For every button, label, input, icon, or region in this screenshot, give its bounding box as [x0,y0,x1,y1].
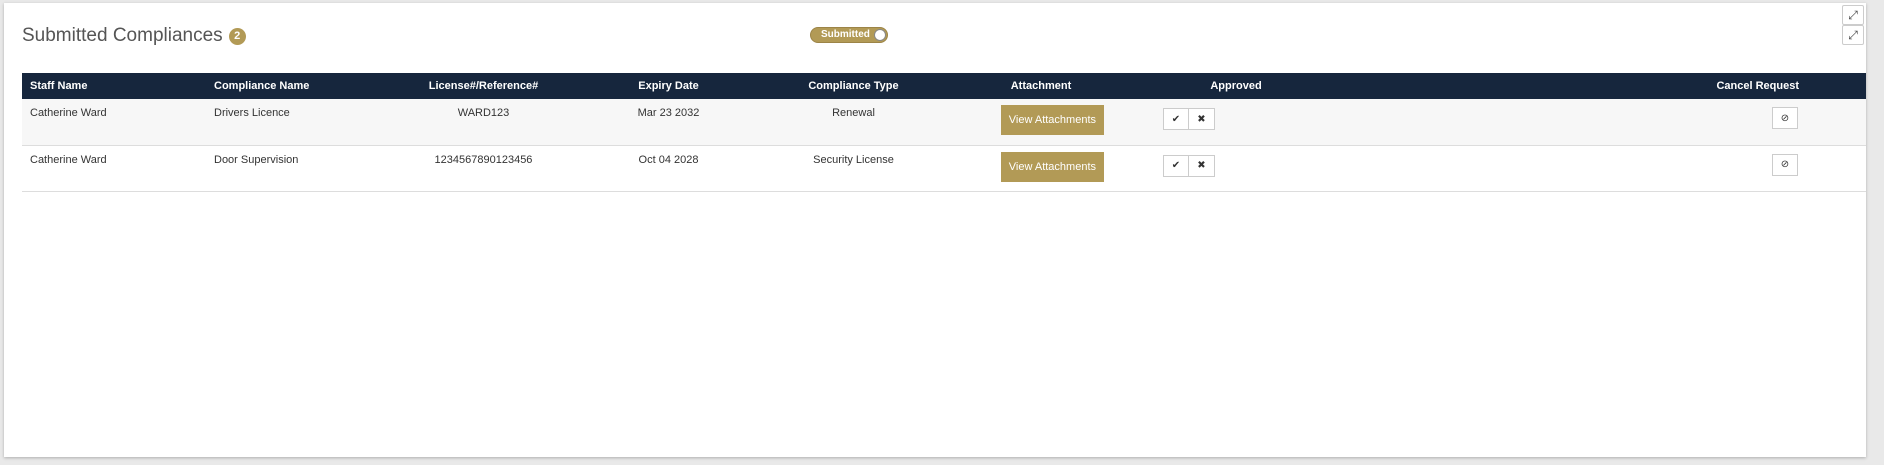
fullscreen-button[interactable]: ⤢ [1842,25,1864,45]
expand-button[interactable]: ⤢ [1842,5,1864,25]
compliance-table-wrapper: Staff Name Compliance Name License#/Refe… [22,73,1866,192]
cell-compliance-name: Door Supervision [214,153,299,166]
cell-staff-name: Catherine Ward [30,107,107,119]
expand-icon: ⤢ [1848,7,1858,22]
header-staff-name[interactable]: Staff Name [22,73,206,99]
page-title: Submitted Compliances [22,25,223,46]
view-attachments-button[interactable]: View Attachments [1000,105,1104,135]
cell-compliance-type: Security License [813,153,894,166]
header-compliance-type[interactable]: Compliance Type [761,73,946,99]
header-approved[interactable]: Approved [1136,73,1336,99]
check-icon: ✔ [1171,160,1181,171]
cell-expiry-date: Mar 23 2032 [637,107,700,119]
compliance-table: Staff Name Compliance Name License#/Refe… [22,73,1866,192]
submitted-toggle[interactable]: Submitted [810,27,888,43]
reject-button[interactable]: ✖ [1189,154,1215,177]
cell-attachment: View Attachments [946,99,1136,145]
approve-button-group: ✔ ✖ [1163,154,1215,177]
check-icon: ✔ [1171,113,1181,125]
approve-button[interactable]: ✔ [1163,108,1189,130]
ban-icon: ⊘ [1780,112,1790,124]
cell-approved: ✔ ✖ [1136,145,1336,191]
cell-expiry-date: Oct 04 2028 [638,153,699,166]
cell-cancel-request: ⊘ [1336,99,1866,145]
toggle-knob [874,29,886,41]
count-badge: 2 [228,27,246,45]
cell-cancel-request: ⊘ [1336,145,1866,191]
cell-approved: ✔ ✖ [1136,99,1336,145]
reject-button[interactable]: ✖ [1189,108,1215,130]
panel-header: Submitted Compliances 2 [22,25,246,47]
toggle-label: Submitted [821,29,870,40]
cell-compliance-type: Renewal [832,107,875,119]
table-header-row: Staff Name Compliance Name License#/Refe… [22,73,1866,99]
table-row: Catherine Ward Drivers Licence WARD123 M… [22,99,1866,145]
ban-icon: ⊘ [1780,159,1790,170]
cell-compliance-name: Drivers Licence [214,107,290,119]
compliance-panel: Submitted Compliances 2 Submitted ⤢ ⤢ St… [4,3,1866,457]
header-compliance-name[interactable]: Compliance Name [206,73,391,99]
close-icon: ✖ [1197,160,1206,171]
header-attachment[interactable]: Attachment [946,73,1136,99]
cell-staff-name: Catherine Ward [30,153,107,166]
cell-license: WARD123 [457,107,510,119]
header-expiry-date[interactable]: Expiry Date [576,73,761,99]
view-attachments-button[interactable]: View Attachments [1000,151,1104,182]
header-license[interactable]: License#/Reference# [391,73,576,99]
cell-license: 1234567890123456 [434,153,533,166]
cancel-request-button[interactable]: ⊘ [1772,153,1798,176]
cell-attachment: View Attachments [946,145,1136,191]
table-row: Catherine Ward Door Supervision 12345678… [22,145,1866,191]
approve-button[interactable]: ✔ [1163,154,1189,177]
approve-button-group: ✔ ✖ [1163,108,1215,130]
header-cancel-request[interactable]: Cancel Request [1336,73,1866,99]
cancel-request-button[interactable]: ⊘ [1772,107,1798,129]
close-icon: ✖ [1197,113,1206,125]
fullscreen-icon: ⤢ [1848,27,1858,42]
